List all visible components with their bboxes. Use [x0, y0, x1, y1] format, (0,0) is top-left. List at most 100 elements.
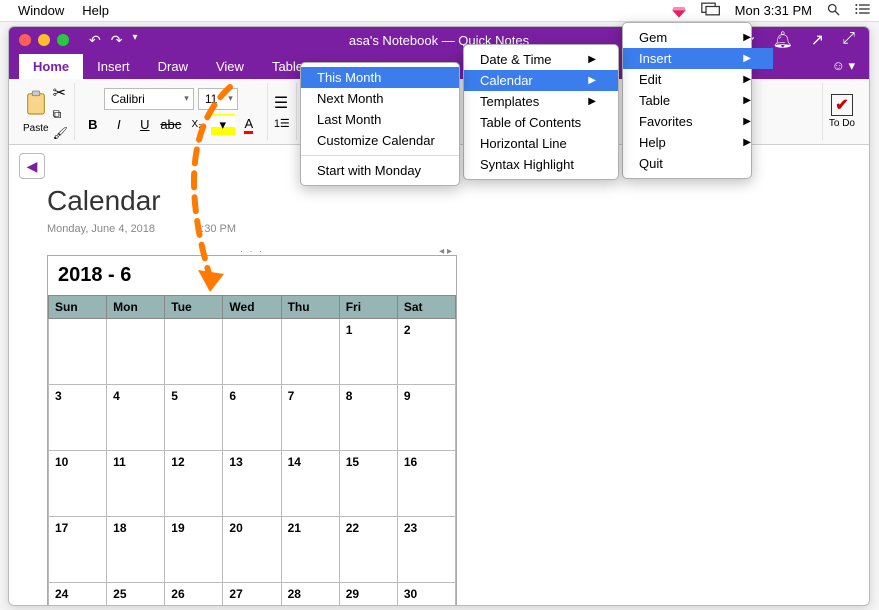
insert-submenu-item[interactable]: Horizontal Line: [464, 133, 618, 154]
share-icon[interactable]: ↗: [811, 30, 824, 50]
cal-cell[interactable]: 16: [397, 451, 455, 517]
insert-submenu-item[interactable]: Calendar▶: [464, 70, 618, 91]
tab-home[interactable]: Home: [19, 54, 83, 79]
cal-cell[interactable]: 29: [339, 583, 397, 607]
cal-cell[interactable]: 18: [107, 517, 165, 583]
cal-cell[interactable]: [49, 319, 107, 385]
cal-cell[interactable]: 27: [223, 583, 281, 607]
fullscreen-icon[interactable]: ⤢: [842, 30, 855, 50]
gem-menu-item[interactable]: Insert▶: [623, 48, 773, 69]
underline-button[interactable]: U: [133, 114, 157, 136]
gem-menu-item[interactable]: Gem▶: [623, 27, 773, 48]
bold-button[interactable]: B: [81, 114, 105, 136]
calendar-submenu-item[interactable]: Next Month: [301, 88, 459, 109]
cal-cell[interactable]: 8: [339, 385, 397, 451]
container-handle[interactable]: · · ·: [240, 246, 264, 256]
cal-cell[interactable]: 15: [339, 451, 397, 517]
back-button[interactable]: ◀: [19, 153, 45, 179]
gem-menubar-icon[interactable]: [671, 3, 687, 19]
cal-cell[interactable]: 22: [339, 517, 397, 583]
spotlight-icon[interactable]: [826, 2, 841, 20]
cal-cell[interactable]: 20: [223, 517, 281, 583]
menubar-clock: Mon 3:31 PM: [735, 3, 812, 18]
cal-cell[interactable]: 26: [165, 583, 223, 607]
close-window-button[interactable]: [19, 34, 31, 46]
insert-submenu-item[interactable]: Date & Time▶: [464, 49, 618, 70]
cal-cell[interactable]: 2: [397, 319, 455, 385]
cal-cell[interactable]: 23: [397, 517, 455, 583]
gem-menu-item[interactable]: Edit▶: [623, 69, 773, 90]
tab-insert[interactable]: Insert: [83, 54, 144, 79]
gem-menu-item[interactable]: Table▶: [623, 90, 773, 111]
smile-feedback-icon[interactable]: ☺ ▾: [818, 53, 869, 79]
start-with-monday-item[interactable]: Start with Monday: [301, 160, 459, 181]
font-color-button[interactable]: A: [237, 114, 261, 136]
subscript-button[interactable]: X₂: [185, 114, 209, 136]
cal-cell[interactable]: 14: [281, 451, 339, 517]
bullet-list-icon[interactable]: ☰: [274, 93, 290, 113]
cal-cell[interactable]: 1: [339, 319, 397, 385]
cal-cell[interactable]: [165, 319, 223, 385]
cal-cell[interactable]: [223, 319, 281, 385]
gem-menu-item[interactable]: Quit: [623, 153, 773, 174]
redo-button[interactable]: ↷: [111, 32, 123, 49]
cal-cell[interactable]: 9: [397, 385, 455, 451]
gem-menu: Gem▶Insert▶Edit▶Table▶Favorites▶Help▶Qui…: [622, 22, 752, 179]
cal-cell[interactable]: 4: [107, 385, 165, 451]
cal-cell[interactable]: [281, 319, 339, 385]
calendar-submenu-item[interactable]: Customize Calendar: [301, 130, 459, 151]
paste-button[interactable]: [23, 90, 49, 121]
highlight-button[interactable]: ▾: [211, 114, 235, 136]
cal-day-header: Sun: [49, 296, 107, 319]
cal-cell[interactable]: 6: [223, 385, 281, 451]
cal-cell[interactable]: 21: [281, 517, 339, 583]
cal-day-header: Fri: [339, 296, 397, 319]
cal-cell[interactable]: 24: [49, 583, 107, 607]
format-painter-icon[interactable]: 🖌: [53, 126, 68, 140]
menu-list-icon[interactable]: [855, 2, 871, 19]
cal-cell[interactable]: 11: [107, 451, 165, 517]
cal-cell[interactable]: 3: [49, 385, 107, 451]
menu-window[interactable]: Window: [18, 3, 64, 18]
cal-cell[interactable]: 7: [281, 385, 339, 451]
calendar-submenu-item[interactable]: This Month: [301, 67, 459, 88]
cal-cell[interactable]: 5: [165, 385, 223, 451]
cal-cell[interactable]: 10: [49, 451, 107, 517]
calendar-container[interactable]: · · · ◂ ▸ 2018 - 6 SunMonTueWedThuFriSat…: [47, 255, 457, 606]
cal-cell[interactable]: 13: [223, 451, 281, 517]
copy-icon[interactable]: ⧉: [53, 107, 68, 122]
strike-button[interactable]: abc: [159, 114, 183, 136]
insert-submenu-item[interactable]: Syntax Highlight: [464, 154, 618, 175]
tab-view[interactable]: View: [202, 54, 258, 79]
cal-cell[interactable]: 25: [107, 583, 165, 607]
cal-cell[interactable]: 30: [397, 583, 455, 607]
cal-cell[interactable]: 17: [49, 517, 107, 583]
insert-submenu-item[interactable]: Table of Contents: [464, 112, 618, 133]
undo-button[interactable]: ↶: [89, 32, 101, 49]
cal-cell[interactable]: 12: [165, 451, 223, 517]
gem-menu-item[interactable]: Help▶: [623, 132, 773, 153]
tab-draw[interactable]: Draw: [144, 54, 202, 79]
italic-button[interactable]: I: [107, 114, 131, 136]
cal-day-header: Thu: [281, 296, 339, 319]
font-name-select[interactable]: Calibri: [104, 88, 194, 110]
gem-menu-item[interactable]: Favorites▶: [623, 111, 773, 132]
qat-customize[interactable]: ▾: [132, 32, 137, 49]
todo-tag-button[interactable]: ✔: [831, 94, 853, 116]
cut-icon[interactable]: ✂: [53, 83, 68, 103]
number-list-icon[interactable]: 1☰: [274, 117, 290, 130]
zoom-window-button[interactable]: [57, 34, 69, 46]
font-size-select[interactable]: 11: [198, 88, 238, 110]
page-title[interactable]: Calendar: [47, 185, 859, 217]
container-nav[interactable]: ◂ ▸: [439, 246, 452, 257]
insert-submenu-item[interactable]: Templates▶: [464, 91, 618, 112]
paste-label: Paste: [23, 123, 49, 134]
screen-mirror-icon[interactable]: [701, 2, 721, 19]
menu-help[interactable]: Help: [82, 3, 109, 18]
bell-icon[interactable]: 🔔︎: [772, 30, 792, 50]
cal-cell[interactable]: [107, 319, 165, 385]
cal-cell[interactable]: 28: [281, 583, 339, 607]
minimize-window-button[interactable]: [38, 34, 50, 46]
cal-cell[interactable]: 19: [165, 517, 223, 583]
calendar-submenu-item[interactable]: Last Month: [301, 109, 459, 130]
